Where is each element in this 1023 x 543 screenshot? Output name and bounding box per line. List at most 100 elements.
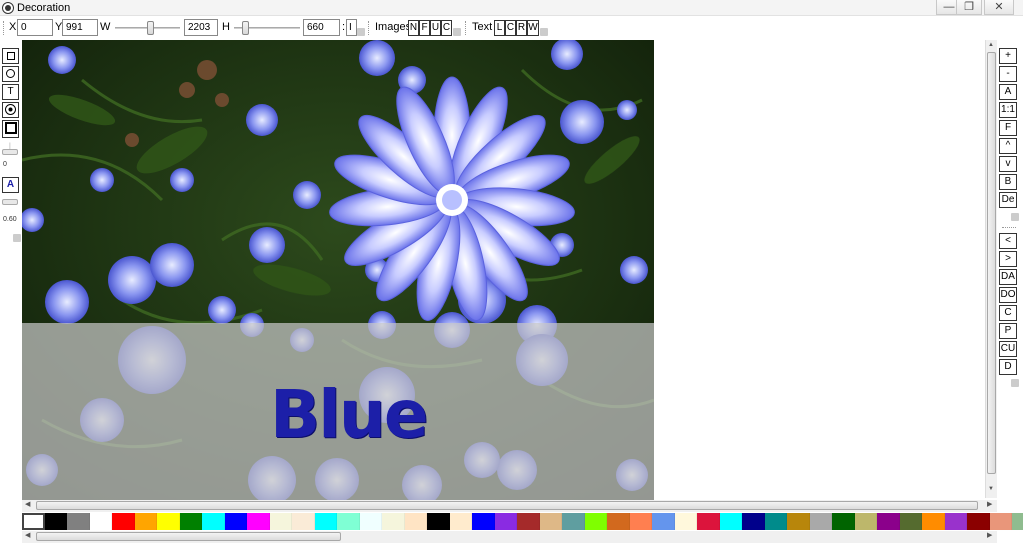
h-input[interactable]: 660 — [303, 19, 340, 36]
scroll-up-icon[interactable]: ▲ — [988, 42, 994, 48]
back-button[interactable]: B — [999, 174, 1017, 190]
text-grip[interactable] — [465, 21, 471, 35]
w-input[interactable]: 2203 — [184, 19, 218, 36]
right-tools-overflow-2[interactable] — [1011, 379, 1019, 387]
zoom-in-button[interactable]: + — [999, 48, 1017, 64]
text-tool[interactable]: T — [2, 84, 19, 100]
color-swatch[interactable] — [584, 513, 607, 530]
scroll-right-icon[interactable]: ▶ — [987, 500, 992, 508]
color-swatch[interactable] — [1012, 513, 1023, 530]
left-tools-overflow[interactable] — [13, 234, 21, 242]
next-button[interactable]: > — [999, 251, 1017, 267]
color-swatch[interactable] — [562, 513, 585, 530]
horizontal-scroll-thumb[interactable] — [36, 501, 978, 510]
images-new-button[interactable]: N — [408, 20, 419, 36]
color-swatch[interactable] — [359, 513, 382, 530]
color-swatch[interactable] — [944, 513, 967, 530]
images-clear-button[interactable]: C — [441, 20, 452, 36]
delete-button[interactable]: De — [999, 192, 1017, 208]
palette-scroll-thumb[interactable] — [36, 532, 341, 541]
y-input[interactable]: 991 — [62, 19, 98, 36]
color-swatch[interactable] — [179, 513, 202, 530]
zoom-out-button[interactable]: - — [999, 66, 1017, 82]
toolbar-overflow-1[interactable] — [357, 28, 365, 36]
right-tools-grip[interactable] — [1002, 227, 1016, 229]
color-swatch[interactable] — [224, 513, 247, 530]
color-swatch[interactable] — [809, 513, 832, 530]
ellipse-tool[interactable] — [2, 66, 19, 82]
color-swatch[interactable] — [629, 513, 652, 530]
color-swatch[interactable] — [967, 513, 990, 530]
color-swatch[interactable] — [607, 513, 630, 530]
color-swatch[interactable] — [719, 513, 742, 530]
color-swatch[interactable] — [89, 513, 112, 530]
previous-button[interactable]: < — [999, 233, 1017, 249]
horizontal-scrollbar[interactable]: ◀ ▶ — [22, 500, 997, 512]
h-slider-thumb[interactable] — [242, 21, 249, 35]
image-canvas[interactable]: Blue — [22, 40, 654, 500]
color-swatch[interactable] — [854, 513, 877, 530]
w-slider-thumb[interactable] — [147, 21, 154, 35]
color-swatch[interactable] — [382, 513, 405, 530]
d-button[interactable]: D — [999, 359, 1017, 375]
font-tool[interactable]: A — [2, 177, 19, 193]
opacity-slider[interactable] — [2, 199, 18, 205]
vertical-scroll-thumb[interactable] — [987, 52, 996, 474]
overlay-text[interactable]: Blue — [270, 382, 429, 448]
palette-scroll-left-icon[interactable]: ◀ — [25, 531, 30, 539]
color-swatch[interactable] — [314, 513, 337, 530]
toolbar-overflow-2[interactable] — [453, 28, 461, 36]
text-right-button[interactable]: R — [516, 20, 527, 36]
restore-button[interactable]: ❐ — [956, 0, 982, 15]
color-swatch[interactable] — [742, 513, 765, 530]
da-button[interactable]: DA — [999, 269, 1017, 285]
move-down-button[interactable]: v — [999, 156, 1017, 172]
image-tool[interactable] — [2, 102, 19, 118]
color-swatch[interactable] — [292, 513, 315, 530]
color-swatch[interactable] — [67, 513, 90, 530]
stroke-slider[interactable] — [2, 149, 18, 155]
color-swatch[interactable] — [134, 513, 157, 530]
color-swatch[interactable] — [22, 513, 45, 530]
color-swatch[interactable] — [427, 513, 450, 530]
images-grip[interactable] — [368, 21, 374, 35]
color-swatch[interactable] — [404, 513, 427, 530]
actual-size-button[interactable]: 1:1 — [999, 102, 1017, 118]
palette-scroll-right-icon[interactable]: ▶ — [987, 531, 992, 539]
color-swatch[interactable] — [472, 513, 495, 530]
do-button[interactable]: DO — [999, 287, 1017, 303]
color-swatch[interactable] — [832, 513, 855, 530]
i-input[interactable]: I — [346, 19, 357, 36]
images-fit-button[interactable]: F — [419, 20, 430, 36]
scroll-down-icon[interactable]: ▼ — [988, 486, 994, 492]
color-swatch[interactable] — [787, 513, 810, 530]
close-button[interactable]: ✕ — [984, 0, 1014, 15]
text-left-button[interactable]: L — [494, 20, 505, 36]
color-swatch[interactable] — [247, 513, 270, 530]
images-update-button[interactable]: U — [430, 20, 441, 36]
copy-button[interactable]: C — [999, 305, 1017, 321]
move-up-button[interactable]: ^ — [999, 138, 1017, 154]
color-swatch[interactable] — [494, 513, 517, 530]
color-swatch[interactable] — [202, 513, 225, 530]
fit-button[interactable]: F — [999, 120, 1017, 136]
color-swatch[interactable] — [269, 513, 292, 530]
color-swatch[interactable] — [697, 513, 720, 530]
auto-button[interactable]: A — [999, 84, 1017, 100]
toolbar-overflow-3[interactable] — [540, 28, 548, 36]
color-swatch[interactable] — [989, 513, 1012, 530]
vertical-scrollbar[interactable]: ▲ ▼ — [985, 40, 997, 498]
paste-button[interactable]: P — [999, 323, 1017, 339]
color-swatch[interactable] — [517, 513, 540, 530]
color-swatch[interactable] — [112, 513, 135, 530]
color-swatch[interactable] — [449, 513, 472, 530]
color-swatch[interactable] — [922, 513, 945, 530]
color-swatch[interactable] — [157, 513, 180, 530]
scroll-left-icon[interactable]: ◀ — [25, 500, 30, 508]
fill-color-tool[interactable] — [2, 120, 19, 138]
color-swatch[interactable] — [44, 513, 67, 530]
color-swatch[interactable] — [337, 513, 360, 530]
color-swatch[interactable] — [539, 513, 562, 530]
color-swatch[interactable] — [899, 513, 922, 530]
text-wrap-button[interactable]: W — [527, 20, 539, 36]
